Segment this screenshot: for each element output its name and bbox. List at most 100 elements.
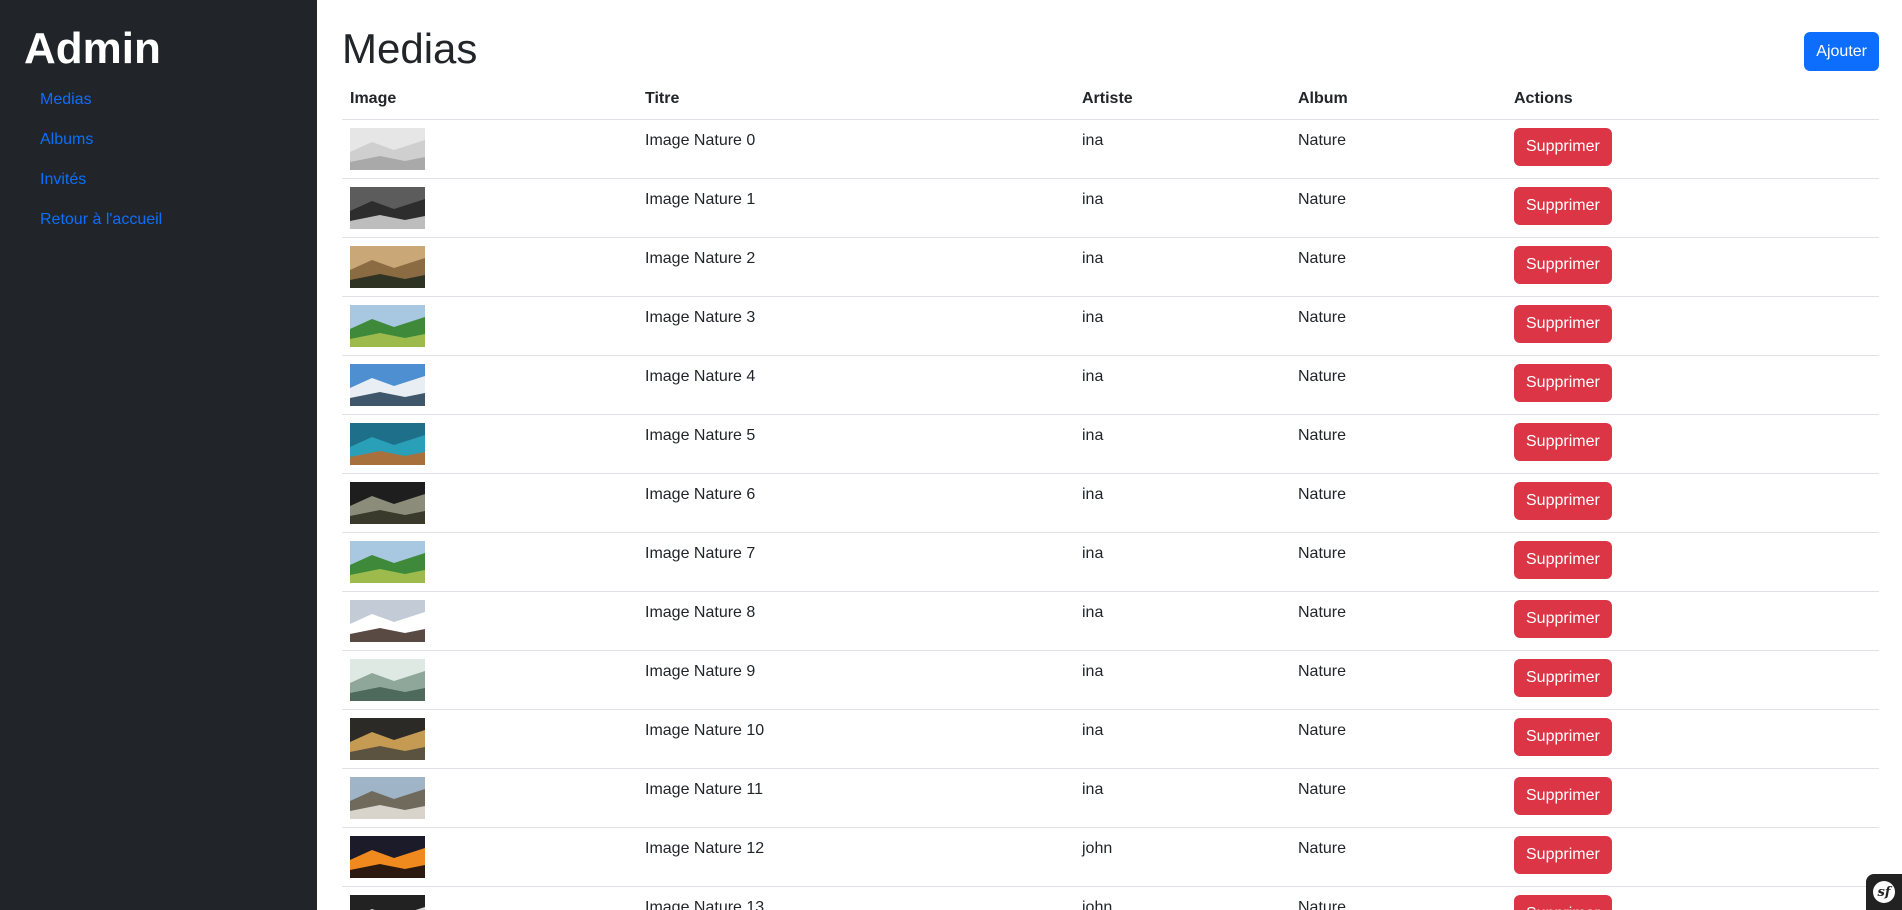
- delete-button[interactable]: Supprimer: [1514, 835, 1612, 874]
- actions-cell: Supprimer: [1506, 178, 1879, 238]
- delete-button[interactable]: Supprimer: [1514, 776, 1612, 815]
- delete-button[interactable]: Supprimer: [1514, 481, 1612, 520]
- title-cell: Image Nature 0: [637, 119, 1074, 179]
- title-cell: Image Nature 6: [637, 473, 1074, 533]
- page-title: Medias: [342, 25, 478, 72]
- delete-button[interactable]: Supprimer: [1514, 245, 1612, 284]
- media-thumbnail: [350, 599, 425, 642]
- media-thumbnail: [350, 835, 425, 878]
- album-cell: Nature: [1290, 886, 1506, 910]
- media-thumbnail: [350, 894, 425, 910]
- album-cell: Nature: [1290, 473, 1506, 533]
- title-cell: Image Nature 1: [637, 178, 1074, 238]
- album-cell: Nature: [1290, 355, 1506, 415]
- artist-cell: ina: [1074, 650, 1290, 710]
- media-thumbnail: [350, 304, 425, 347]
- symfony-toolbar-toggle[interactable]: sf: [1866, 874, 1902, 910]
- image-cell: [342, 886, 637, 910]
- table-row: Image Nature 1 ina Nature Supprimer: [342, 178, 1879, 238]
- actions-cell: Supprimer: [1506, 650, 1879, 710]
- actions-cell: Supprimer: [1506, 591, 1879, 651]
- actions-cell: Supprimer: [1506, 532, 1879, 592]
- sidebar-link-medias[interactable]: Medias: [40, 91, 92, 108]
- image-cell: [342, 178, 637, 238]
- media-thumbnail: [350, 186, 425, 229]
- sidebar-link-home[interactable]: Retour à l'accueil: [40, 211, 162, 228]
- sidebar-link-invites[interactable]: Invités: [40, 171, 86, 188]
- main-content: Medias Ajouter Image Titre Artiste Album…: [342, 0, 1879, 910]
- column-header-image: Image: [342, 80, 637, 120]
- delete-button[interactable]: Supprimer: [1514, 658, 1612, 697]
- media-thumbnail: [350, 481, 425, 524]
- image-cell: [342, 591, 637, 651]
- title-cell: Image Nature 13: [637, 886, 1074, 910]
- media-thumbnail: [350, 245, 425, 288]
- image-cell: [342, 709, 637, 769]
- delete-button[interactable]: Supprimer: [1514, 422, 1612, 461]
- table-row: Image Nature 4 ina Nature Supprimer: [342, 355, 1879, 415]
- actions-cell: Supprimer: [1506, 355, 1879, 415]
- table-row: Image Nature 2 ina Nature Supprimer: [342, 237, 1879, 297]
- image-cell: [342, 296, 637, 356]
- artist-cell: ina: [1074, 709, 1290, 769]
- title-cell: Image Nature 10: [637, 709, 1074, 769]
- album-cell: Nature: [1290, 650, 1506, 710]
- column-header-title: Titre: [637, 80, 1074, 120]
- add-media-button[interactable]: Ajouter: [1804, 32, 1879, 71]
- media-thumbnail: [350, 540, 425, 583]
- delete-button[interactable]: Supprimer: [1514, 540, 1612, 579]
- actions-cell: Supprimer: [1506, 473, 1879, 533]
- table-header-row: Image Titre Artiste Album Actions: [342, 80, 1879, 120]
- image-cell: [342, 355, 637, 415]
- artist-cell: ina: [1074, 473, 1290, 533]
- title-cell: Image Nature 9: [637, 650, 1074, 710]
- media-thumbnail: [350, 363, 425, 406]
- media-thumbnail: [350, 127, 425, 170]
- symfony-logo-icon: sf: [1873, 881, 1895, 903]
- album-cell: Nature: [1290, 414, 1506, 474]
- table-row: Image Nature 8 ina Nature Supprimer: [342, 591, 1879, 651]
- table-row: Image Nature 12 john Nature Supprimer: [342, 827, 1879, 887]
- album-cell: Nature: [1290, 709, 1506, 769]
- actions-cell: Supprimer: [1506, 768, 1879, 828]
- actions-cell: Supprimer: [1506, 296, 1879, 356]
- image-cell: [342, 827, 637, 887]
- table-row: Image Nature 3 ina Nature Supprimer: [342, 296, 1879, 356]
- column-header-actions: Actions: [1506, 80, 1879, 120]
- sidebar: Admin Medias Albums Invités Retour à l'a…: [0, 0, 317, 910]
- album-cell: Nature: [1290, 178, 1506, 238]
- delete-button[interactable]: Supprimer: [1514, 894, 1612, 910]
- media-thumbnail: [350, 776, 425, 819]
- title-cell: Image Nature 7: [637, 532, 1074, 592]
- sidebar-link-albums[interactable]: Albums: [40, 131, 93, 148]
- artist-cell: ina: [1074, 768, 1290, 828]
- artist-cell: ina: [1074, 532, 1290, 592]
- album-cell: Nature: [1290, 591, 1506, 651]
- artist-cell: ina: [1074, 237, 1290, 297]
- image-cell: [342, 119, 637, 179]
- media-thumbnail: [350, 422, 425, 465]
- title-cell: Image Nature 2: [637, 237, 1074, 297]
- artist-cell: john: [1074, 886, 1290, 910]
- album-cell: Nature: [1290, 768, 1506, 828]
- title-cell: Image Nature 12: [637, 827, 1074, 887]
- delete-button[interactable]: Supprimer: [1514, 599, 1612, 638]
- media-table: Image Titre Artiste Album Actions Image …: [342, 80, 1879, 910]
- delete-button[interactable]: Supprimer: [1514, 186, 1612, 225]
- title-cell: Image Nature 8: [637, 591, 1074, 651]
- album-cell: Nature: [1290, 532, 1506, 592]
- artist-cell: ina: [1074, 355, 1290, 415]
- title-cell: Image Nature 11: [637, 768, 1074, 828]
- table-row: Image Nature 13johnNature Supprimer: [342, 886, 1879, 910]
- delete-button[interactable]: Supprimer: [1514, 304, 1612, 343]
- table-row: Image Nature 9 ina Nature Supprimer: [342, 650, 1879, 710]
- album-cell: Nature: [1290, 296, 1506, 356]
- table-row: Image Nature 10 ina Nature Supprimer: [342, 709, 1879, 769]
- title-cell: Image Nature 3: [637, 296, 1074, 356]
- delete-button[interactable]: Supprimer: [1514, 127, 1612, 166]
- actions-cell: Supprimer: [1506, 119, 1879, 179]
- delete-button[interactable]: Supprimer: [1514, 717, 1612, 756]
- delete-button[interactable]: Supprimer: [1514, 363, 1612, 402]
- media-thumbnail: [350, 658, 425, 701]
- image-cell: [342, 650, 637, 710]
